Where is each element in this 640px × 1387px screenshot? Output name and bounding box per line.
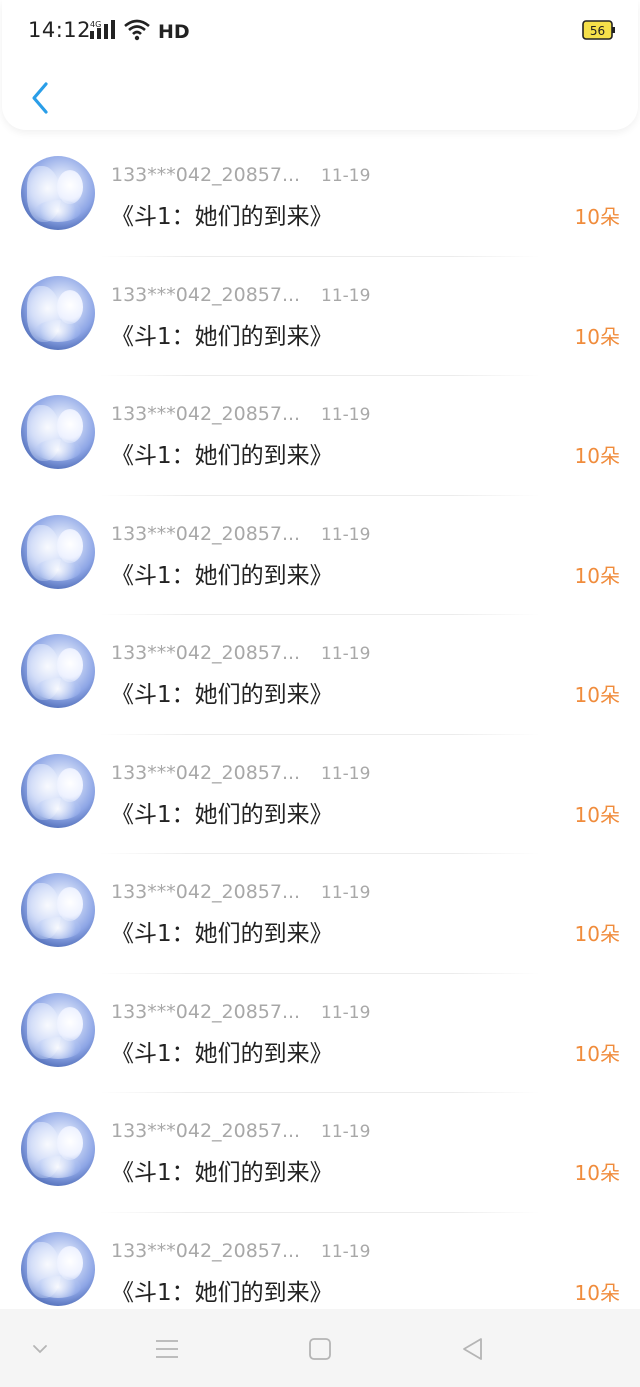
- menu-icon[interactable]: [149, 1331, 185, 1367]
- avatar: [21, 992, 95, 1067]
- item-title: 《斗1：她们的到来》: [111, 443, 333, 469]
- item-title: 《斗1：她们的到来》: [111, 921, 333, 947]
- user-name: 133***042_20857...: [111, 164, 301, 186]
- item-amount: 10朵: [574, 1041, 620, 1066]
- item-amount: 10朵: [574, 324, 620, 349]
- record-list: 133***042_20857... 11-19 《斗1：她们的到来》 10朵 133*…: [0, 137, 640, 1332]
- list-item[interactable]: 133***042_20857... 11-19 《斗1：她们的到来》 10朵: [0, 974, 640, 1093]
- avatar: [21, 753, 95, 828]
- list-item[interactable]: 133***042_20857... 11-19 《斗1：她们的到来》 10朵: [0, 615, 640, 735]
- list-item[interactable]: 133***042_20857... 11-19 《斗1：她们的到来》 10朵: [0, 376, 640, 496]
- avatar: [21, 156, 95, 230]
- item-amount: 10朵: [574, 683, 620, 707]
- home-square-icon[interactable]: [302, 1331, 338, 1367]
- item-title: 《斗1：她们的到来》: [111, 1160, 333, 1186]
- item-date: 11-19: [321, 166, 371, 186]
- item-date: 11-19: [321, 285, 371, 306]
- user-name: 133***042_20857...: [111, 283, 301, 306]
- avatar-face: [57, 648, 83, 682]
- item-date: 11-19: [321, 1002, 371, 1023]
- avatar-face: [57, 289, 83, 324]
- svg-text:4G: 4G: [90, 20, 101, 29]
- avatar: [21, 873, 95, 947]
- status-icons: 4G HD: [90, 19, 190, 45]
- status-time: 14:12: [28, 18, 92, 42]
- battery-icon: 56: [582, 20, 615, 40]
- avatar-face: [57, 767, 83, 802]
- item-amount: 10朵: [574, 802, 620, 827]
- list-item[interactable]: 133***042_20857... 11-19 《斗1：她们的到来》 10朵: [0, 1093, 640, 1213]
- list-item[interactable]: 133***042_20857... 11-19 《斗1：她们的到来》 10朵: [0, 257, 640, 376]
- avatar-sparkle: [35, 1275, 81, 1298]
- chevron-left-icon: [32, 82, 48, 114]
- avatar-face: [57, 170, 83, 204]
- avatar: [21, 275, 95, 350]
- item-title: 《斗1：她们的到来》: [111, 562, 333, 589]
- list-item[interactable]: 133***042_20857... 11-19 《斗1：她们的到来》 10朵: [0, 854, 640, 974]
- item-amount: 10朵: [574, 922, 620, 946]
- avatar: [21, 514, 95, 589]
- hd-label: HD: [158, 21, 190, 43]
- item-date: 11-19: [321, 1241, 371, 1262]
- item-title: 《斗1：她们的到来》: [111, 1040, 333, 1067]
- list-item[interactable]: 133***042_20857... 11-19 《斗1：她们的到来》 10朵: [0, 137, 640, 257]
- item-date: 11-19: [321, 763, 371, 784]
- wifi-icon: [124, 19, 150, 45]
- avatar: [21, 395, 95, 469]
- item-title: 《斗1：她们的到来》: [111, 323, 333, 350]
- item-date: 11-19: [321, 524, 371, 545]
- item-date: 11-19: [321, 644, 371, 664]
- list-item[interactable]: 133***042_20857... 11-19 《斗1：她们的到来》 10朵: [0, 496, 640, 615]
- item-amount: 10朵: [574, 1161, 620, 1185]
- back-triangle-icon[interactable]: [454, 1331, 490, 1367]
- avatar-sparkle: [35, 200, 81, 222]
- user-name: 133***042_20857...: [111, 403, 301, 425]
- avatar-face: [57, 409, 83, 443]
- avatar-sparkle: [35, 439, 81, 461]
- avatar-sparkle: [35, 678, 81, 700]
- user-name: 133***042_20857...: [111, 881, 301, 903]
- avatar-face: [57, 1126, 83, 1160]
- avatar-face: [57, 1006, 83, 1041]
- signal-icon: 4G: [90, 19, 118, 45]
- item-amount: 10朵: [574, 444, 620, 468]
- item-title: 《斗1：她们的到来》: [111, 682, 333, 708]
- user-name: 133***042_20857...: [111, 642, 301, 664]
- back-button[interactable]: [20, 76, 60, 120]
- avatar-sparkle: [35, 319, 81, 342]
- avatar-sparkle: [35, 1156, 81, 1178]
- avatar-face: [57, 1245, 83, 1280]
- avatar-sparkle: [35, 1036, 81, 1059]
- item-date: 11-19: [321, 883, 371, 903]
- item-date: 11-19: [321, 405, 371, 425]
- header: 14:12 4G HD 56: [2, 0, 638, 130]
- item-title: 《斗1：她们的到来》: [111, 1279, 333, 1306]
- avatar-sparkle: [35, 558, 81, 581]
- item-amount: 10朵: [574, 1280, 620, 1305]
- user-name: 133***042_20857...: [111, 761, 301, 784]
- user-name: 133***042_20857...: [111, 522, 301, 545]
- user-name: 133***042_20857...: [111, 1120, 301, 1142]
- item-date: 11-19: [321, 1122, 371, 1142]
- avatar-face: [57, 528, 83, 563]
- user-name: 133***042_20857...: [111, 1239, 301, 1262]
- system-nav-bar: [0, 1309, 640, 1387]
- user-name: 133***042_20857...: [111, 1000, 301, 1023]
- status-bar: 14:12 4G HD 56: [2, 0, 638, 64]
- item-amount: 10朵: [574, 563, 620, 588]
- avatar-sparkle: [35, 917, 81, 939]
- avatar: [21, 1231, 95, 1306]
- avatar: [21, 634, 95, 708]
- item-title: 《斗1：她们的到来》: [111, 204, 333, 230]
- avatar: [21, 1112, 95, 1186]
- item-title: 《斗1：她们的到来》: [111, 801, 333, 828]
- list-item[interactable]: 133***042_20857... 11-19 《斗1：她们的到来》 10朵: [0, 735, 640, 854]
- avatar-sparkle: [35, 797, 81, 820]
- svg-text:56: 56: [590, 24, 605, 38]
- chevron-down-icon[interactable]: [22, 1331, 58, 1367]
- avatar-face: [57, 887, 83, 921]
- item-amount: 10朵: [574, 205, 620, 229]
- screen: 14:12 4G HD 56 133***042_20857... 11-19 …: [0, 0, 640, 1387]
